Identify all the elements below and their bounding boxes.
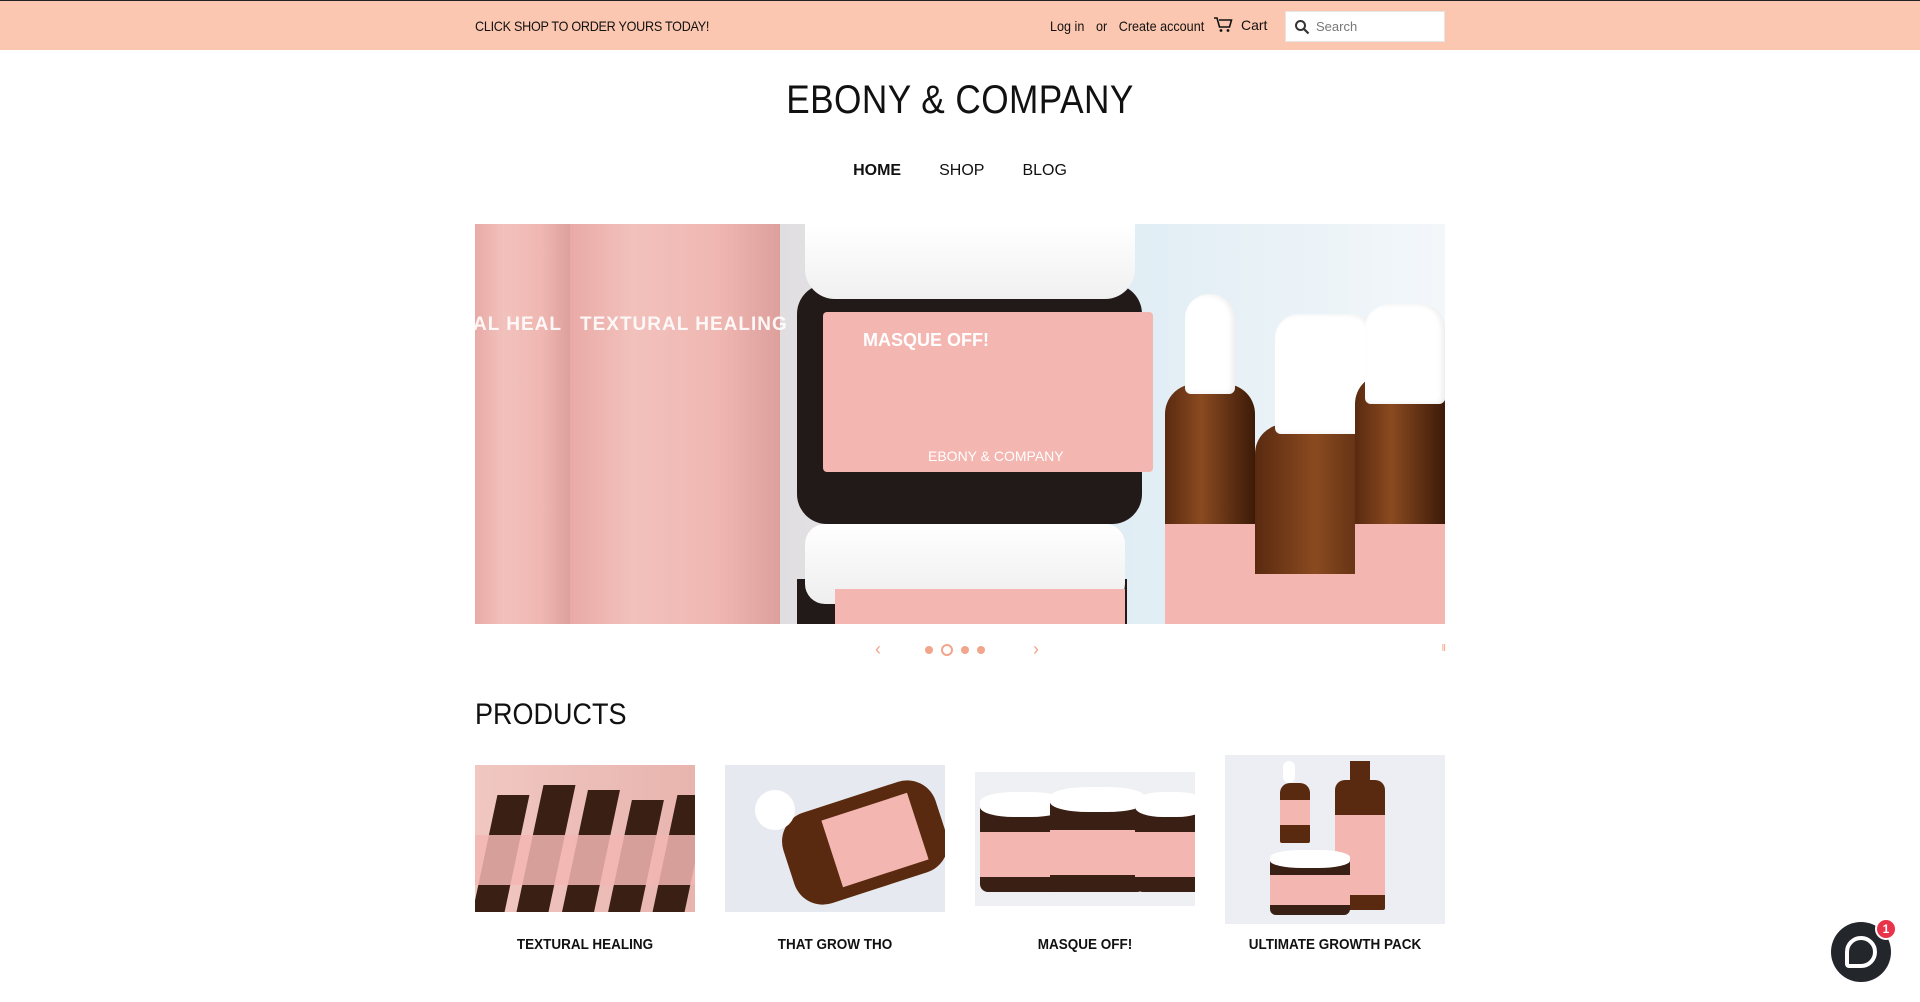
product-grid: TEXTURAL HEALING THAT GROW THO MASQUE OF… bbox=[475, 755, 1445, 975]
product-image[interactable] bbox=[475, 765, 695, 912]
product-card[interactable]: ULTIMATE GROWTH PACK bbox=[1225, 755, 1445, 975]
product-image[interactable] bbox=[1225, 755, 1445, 924]
search-input[interactable] bbox=[1316, 19, 1436, 34]
product-image[interactable] bbox=[725, 765, 945, 912]
cart-label: Cart bbox=[1241, 17, 1268, 33]
slide-dot-3[interactable] bbox=[961, 646, 969, 654]
login-link[interactable]: Log in bbox=[1050, 18, 1084, 34]
chat-bubble-icon bbox=[1845, 936, 1877, 968]
search-icon[interactable] bbox=[1294, 19, 1310, 35]
cart-link[interactable]: Cart bbox=[1213, 17, 1267, 33]
hero-jar-label-title: MASQUE OFF! bbox=[863, 330, 989, 350]
search-box[interactable] bbox=[1285, 11, 1445, 42]
product-name[interactable]: TEXTURAL HEALING bbox=[486, 936, 684, 953]
nav-item-shop[interactable]: SHOP bbox=[939, 162, 984, 180]
hero-dropper bbox=[1185, 294, 1235, 394]
hero-tube-text: TEXTURAL HEALING bbox=[580, 314, 788, 335]
product-card[interactable]: TEXTURAL HEALING bbox=[475, 755, 695, 975]
hero-tube: TEXTURAL HEALING bbox=[570, 224, 787, 624]
slide-next-button[interactable]: › bbox=[1033, 639, 1039, 660]
products-heading: PRODUCTS bbox=[475, 698, 627, 731]
hero-tube-text-partial: AL HEAL bbox=[475, 314, 562, 335]
create-account-link[interactable]: Create account bbox=[1119, 18, 1204, 34]
hero-jar2-label bbox=[835, 589, 1125, 624]
chat-widget-button[interactable]: 1 bbox=[1831, 918, 1897, 982]
slide-dot-2[interactable] bbox=[941, 644, 953, 656]
hero-slideshow-image[interactable]: AL HEAL TEXTURAL HEALING MASQUE OFF! EBO… bbox=[475, 224, 1445, 624]
nav-item-home[interactable]: HOME bbox=[853, 162, 901, 180]
announcement-bar: CLICK SHOP TO ORDER YOURS TODAY! Log in … bbox=[0, 0, 1920, 50]
product-card[interactable]: THAT GROW THO bbox=[725, 755, 945, 975]
slide-dot-4[interactable] bbox=[977, 646, 985, 654]
product-name[interactable]: MASQUE OFF! bbox=[986, 936, 1184, 953]
or-text: or bbox=[1095, 18, 1108, 34]
slide-pause-button[interactable]: II bbox=[1441, 643, 1445, 654]
promo-text: CLICK SHOP TO ORDER YOURS TODAY! bbox=[475, 18, 710, 34]
slide-dots bbox=[925, 644, 985, 656]
product-name[interactable]: ULTIMATE GROWTH PACK bbox=[1236, 936, 1434, 953]
hero-tube-left: AL HEAL bbox=[475, 224, 570, 624]
product-card[interactable]: MASQUE OFF! bbox=[975, 755, 1195, 975]
slide-prev-button[interactable]: ‹ bbox=[875, 639, 881, 660]
hero-bottle-label bbox=[1355, 524, 1445, 624]
cart-icon bbox=[1214, 17, 1233, 32]
nav-item-blog[interactable]: BLOG bbox=[1022, 162, 1066, 180]
slideshow-controls: ‹ › II bbox=[475, 639, 1446, 660]
product-image[interactable] bbox=[975, 772, 1195, 906]
account-links: Log in or Create account bbox=[1050, 18, 1204, 34]
main-nav: HOME SHOP BLOG bbox=[0, 162, 1920, 180]
hero-jar-label: MASQUE OFF! EBONY & COMPANY bbox=[823, 312, 1153, 472]
product-name[interactable]: THAT GROW THO bbox=[736, 936, 934, 953]
hero-jar-label-brand: EBONY & COMPANY bbox=[928, 448, 1064, 464]
slide-dot-1[interactable] bbox=[925, 646, 933, 654]
chat-notification-badge: 1 bbox=[1875, 918, 1897, 940]
hero-jar-lid bbox=[805, 224, 1135, 299]
site-logo[interactable]: EBONY & COMPANY bbox=[115, 78, 1805, 123]
hero-dropper bbox=[1365, 304, 1445, 404]
hero-bottle-label bbox=[1165, 524, 1255, 624]
